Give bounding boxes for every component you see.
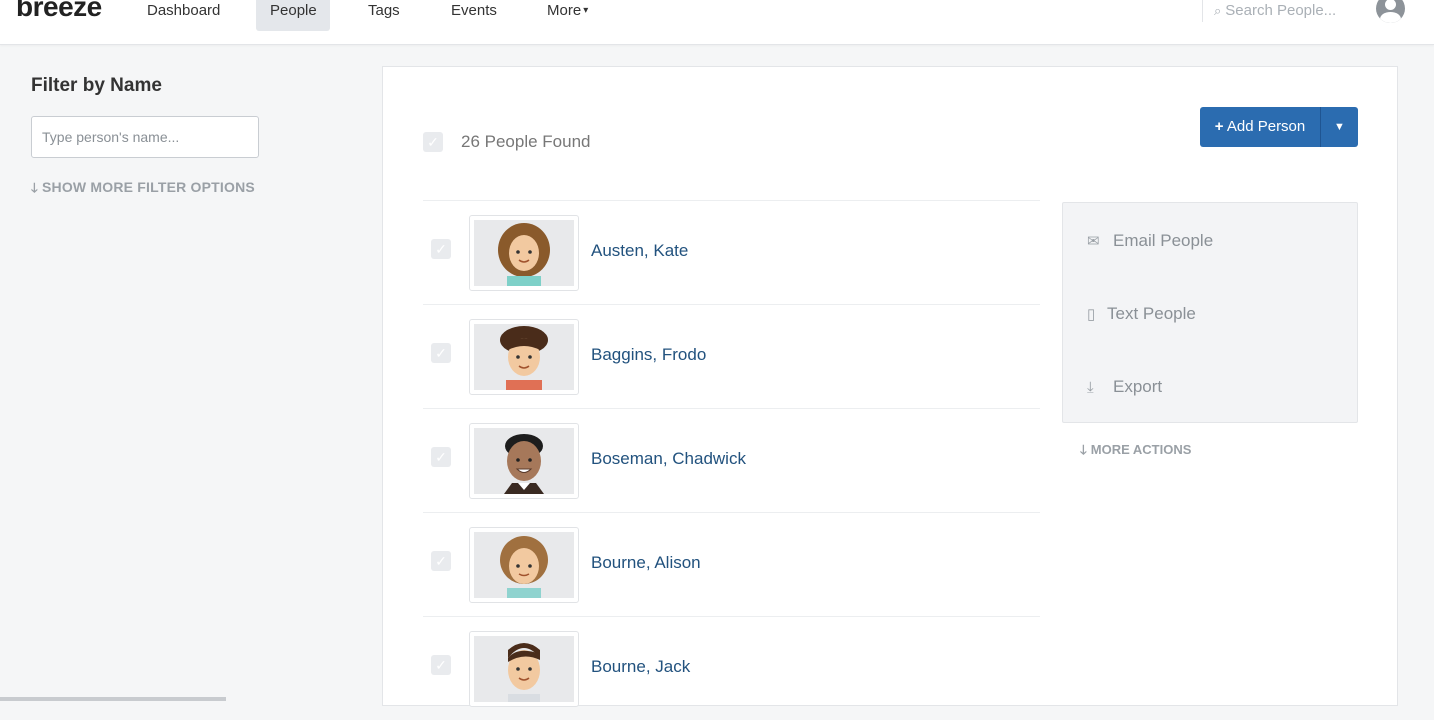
people-found-count: 26 People Found xyxy=(461,132,591,151)
person-photo[interactable] xyxy=(469,215,579,291)
filter-name-input[interactable] xyxy=(31,116,259,158)
person-name-link[interactable]: Baggins, Frodo xyxy=(591,345,706,365)
add-person-label: Add Person xyxy=(1226,118,1306,135)
more-actions-link[interactable]: 🡓 MORE ACTIONS xyxy=(1080,441,1191,463)
nav-dashboard[interactable]: Dashboard xyxy=(133,0,234,31)
caret-down-icon: ▼ xyxy=(1334,121,1345,133)
nav-people[interactable]: People xyxy=(256,0,330,31)
person-checkbox[interactable]: ✓ xyxy=(431,551,451,571)
person-checkbox[interactable]: ✓ xyxy=(431,447,451,467)
person-checkbox[interactable]: ✓ xyxy=(431,239,451,259)
search-icon: ⌕ xyxy=(1214,3,1222,18)
avatar-alison-icon xyxy=(500,536,548,598)
plus-icon: + xyxy=(1214,118,1224,135)
person-photo[interactable] xyxy=(469,319,579,395)
person-name-link[interactable]: Austen, Kate xyxy=(591,241,688,261)
nav-more-label: More xyxy=(547,2,582,19)
filter-title: Filter by Name xyxy=(31,75,162,96)
avatar-frodo-icon xyxy=(500,326,548,390)
person-row: ✓ Austen, Kate xyxy=(423,200,1040,304)
select-all-checkbox[interactable]: ✓ xyxy=(423,132,443,152)
person-photo[interactable] xyxy=(469,423,579,499)
avatar-kate-icon xyxy=(498,223,550,286)
add-person-dropdown-toggle[interactable]: ▼ xyxy=(1320,107,1358,147)
search-placeholder: Search People... xyxy=(1225,2,1337,19)
horizontal-scrollbar[interactable] xyxy=(0,697,226,701)
person-name-link[interactable]: Bourne, Jack xyxy=(591,657,690,677)
text-people-label: Text People xyxy=(1107,304,1196,323)
text-people-action[interactable]: ▯ Text People xyxy=(1087,304,1196,324)
email-people-action[interactable]: ✉ Email People xyxy=(1087,231,1213,251)
person-row: ✓ Boseman, Chadwick xyxy=(423,408,1040,512)
person-photo[interactable] xyxy=(469,527,579,603)
email-people-label: Email People xyxy=(1113,231,1214,250)
arrow-down-icon: 🡓 xyxy=(31,180,38,195)
person-name-link[interactable]: Bourne, Alison xyxy=(591,553,701,573)
more-filters-label: SHOW MORE FILTER OPTIONS xyxy=(41,179,255,195)
download-icon: ⤓ xyxy=(1087,379,1094,396)
envelope-icon: ✉ xyxy=(1087,233,1100,250)
nav-more[interactable]: More ▾ xyxy=(533,0,602,31)
top-navbar: breeze Dashboard People Tags Events More… xyxy=(0,0,1434,45)
bulk-actions-panel: ✉ Email People ▯ Text People ⤓ Export xyxy=(1062,202,1358,423)
person-row: ✓ Bourne, Jack xyxy=(423,616,1040,720)
more-actions-label: MORE ACTIONS xyxy=(1090,442,1192,457)
add-person-button[interactable]: + Add Person xyxy=(1200,107,1320,147)
breeze-logo[interactable]: breeze xyxy=(16,0,102,23)
person-row: ✓ Bourne, Alison xyxy=(423,512,1040,616)
export-action[interactable]: ⤓ Export xyxy=(1087,377,1162,397)
chevron-down-icon: ▾ xyxy=(583,5,589,16)
mobile-icon: ▯ xyxy=(1087,306,1096,323)
person-photo[interactable] xyxy=(469,631,579,707)
arrow-down-icon: 🡓 xyxy=(1080,442,1087,457)
person-row: ✓ Baggins, Frodo xyxy=(423,304,1040,408)
person-name-link[interactable]: Boseman, Chadwick xyxy=(591,449,746,469)
show-more-filter-options[interactable]: 🡓 SHOW MORE FILTER OPTIONS xyxy=(31,179,255,201)
search-people-input[interactable]: ⌕ Search People... xyxy=(1202,0,1374,22)
person-checkbox[interactable]: ✓ xyxy=(431,343,451,363)
export-label: Export xyxy=(1113,377,1163,396)
nav-tags[interactable]: Tags xyxy=(354,0,414,31)
nav-events[interactable]: Events xyxy=(437,0,511,31)
avatar-jack-icon xyxy=(508,643,540,702)
person-checkbox[interactable]: ✓ xyxy=(431,655,451,675)
user-avatar-icon[interactable] xyxy=(1376,0,1405,23)
avatar-chadwick-icon xyxy=(504,434,544,494)
